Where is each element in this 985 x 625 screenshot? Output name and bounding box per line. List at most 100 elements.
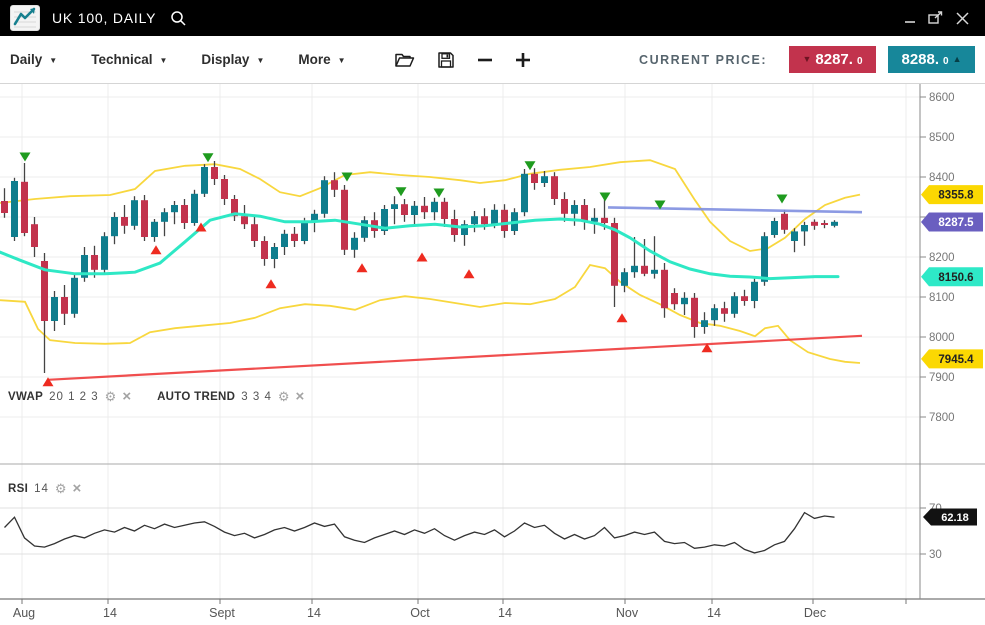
- candle: [561, 199, 568, 214]
- candle: [1, 201, 8, 213]
- date-tick-label: 14: [307, 606, 321, 620]
- candle: [191, 194, 198, 223]
- sell-price-value: 8287.: [815, 51, 853, 68]
- candle: [441, 202, 448, 219]
- chevron-down-icon: ▼: [49, 56, 57, 65]
- more-dropdown-label: More: [298, 52, 330, 67]
- bollinger-lower-line: [0, 265, 860, 363]
- sell-signal-triangle: [396, 187, 407, 196]
- buy-signal-triangle: [266, 279, 277, 288]
- candle: [411, 206, 418, 215]
- panel-borders: [0, 84, 985, 599]
- candle: [131, 200, 138, 226]
- candle: [121, 217, 128, 226]
- sell-signal-triangle: [777, 195, 788, 204]
- auto-trend-indicator-params: 3 3 4: [241, 391, 272, 403]
- candle: [161, 212, 168, 222]
- candle: [791, 231, 798, 241]
- technical-dropdown[interactable]: Technical ▼: [91, 52, 167, 67]
- more-dropdown[interactable]: More ▼: [298, 52, 345, 67]
- vwap-settings-gear-icon[interactable]: ⚙: [105, 390, 117, 403]
- open-folder-icon[interactable]: [394, 51, 415, 68]
- toolbar: Daily ▼ Technical ▼ Display ▼ More ▼: [0, 36, 985, 84]
- rsi-value-badge-value: 62.18: [941, 512, 969, 524]
- save-icon[interactable]: [437, 51, 455, 69]
- candle: [531, 174, 538, 183]
- buy-signal-triangle: [151, 245, 162, 254]
- candle: [541, 176, 548, 183]
- price-tick-label: 8600: [929, 92, 955, 104]
- sell-signal-triangle: [20, 153, 31, 162]
- vwap-remove-icon[interactable]: ×: [122, 389, 131, 404]
- current-price-panel: CURRENT PRICE: ▼ 8287.0 8288.0 ▲: [639, 46, 975, 73]
- candle: [701, 320, 708, 327]
- candle: [151, 222, 158, 237]
- search-icon[interactable]: [170, 10, 187, 27]
- rsi-remove-icon[interactable]: ×: [73, 481, 82, 496]
- auto-trend-settings-gear-icon[interactable]: ⚙: [278, 390, 290, 403]
- rsi-indicator-row: RSI 14 ⚙ ×: [8, 481, 81, 496]
- candle: [571, 205, 578, 214]
- app-logo-icon: [10, 5, 40, 31]
- timeframe-dropdown-label: Daily: [10, 52, 42, 67]
- display-dropdown-label: Display: [201, 52, 249, 67]
- timeframe-dropdown[interactable]: Daily ▼: [10, 52, 57, 67]
- buy-signal-triangle: [357, 263, 368, 272]
- overlay-indicator-row: VWAP 20 1 2 3 ⚙ × AUTO TREND 3 3 4 ⚙ ×: [8, 389, 304, 404]
- vwap-indicator-label: VWAP: [8, 391, 43, 403]
- buy-price-badge[interactable]: 8288. 0 ▲: [888, 46, 975, 73]
- date-tick-label: Aug: [13, 606, 35, 620]
- buy-signal-triangle: [464, 269, 475, 278]
- auto-trend-resistance: [608, 207, 862, 212]
- price-tick-label: 7800: [929, 412, 955, 424]
- price-axis[interactable]: 8600850084008300820081008000790078007030: [920, 92, 955, 561]
- candle: [691, 298, 698, 327]
- candle: [101, 236, 108, 270]
- title-bar: UK 100, DAILY: [0, 0, 985, 36]
- technical-dropdown-label: Technical: [91, 52, 152, 67]
- candle: [331, 180, 338, 190]
- gridlines: [0, 84, 920, 599]
- price-tick-label: 8400: [929, 172, 955, 184]
- rsi-line: [5, 513, 835, 553]
- arrow-up-icon: ▲: [953, 55, 962, 64]
- zoom-in-icon[interactable]: [515, 52, 531, 68]
- axis-price-badge-value: 8287.5: [938, 217, 974, 229]
- axis-price-badge-value: 7945.4: [938, 354, 974, 366]
- auto-trend-indicator-label: AUTO TREND: [157, 391, 235, 403]
- candle: [651, 270, 658, 274]
- rsi-tick-label: 30: [929, 549, 942, 561]
- buy-price-decimal: 0: [943, 56, 949, 67]
- candle: [421, 206, 428, 212]
- date-tick-label: 14: [498, 606, 512, 620]
- candle: [61, 297, 68, 314]
- bollinger-upper-line: [0, 160, 860, 251]
- chevron-down-icon: ▼: [159, 56, 167, 65]
- candle: [361, 220, 368, 238]
- rsi-indicator-params: 14: [34, 483, 49, 495]
- auto-trend-remove-icon[interactable]: ×: [296, 389, 305, 404]
- date-tick-label: 14: [103, 606, 117, 620]
- display-dropdown[interactable]: Display ▼: [201, 52, 264, 67]
- candle: [471, 216, 478, 224]
- sell-price-badge[interactable]: ▼ 8287.0: [789, 46, 876, 73]
- rsi-indicator-label: RSI: [8, 483, 28, 495]
- candle: [741, 296, 748, 301]
- candle: [401, 204, 408, 215]
- chevron-down-icon: ▼: [338, 56, 346, 65]
- chevron-down-icon: ▼: [256, 56, 264, 65]
- date-axis[interactable]: Aug14Sept14Oct14Nov14Dec: [13, 599, 906, 620]
- close-button[interactable]: [949, 7, 975, 29]
- vwap-indicator-params: 20 1 2 3: [49, 391, 99, 403]
- popout-window-button[interactable]: [923, 7, 949, 29]
- candle: [391, 204, 398, 209]
- candle: [761, 236, 768, 282]
- rsi-settings-gear-icon[interactable]: ⚙: [55, 482, 67, 495]
- candle: [211, 167, 218, 179]
- minimize-button[interactable]: [897, 7, 923, 29]
- zoom-out-icon[interactable]: [477, 52, 493, 68]
- bollinger-bands: [0, 160, 860, 363]
- chart-canvas[interactable]: 8600850084008300820081008000790078007030…: [0, 84, 985, 625]
- axis-price-badges: 8355.88287.58150.67945.462.18: [921, 185, 983, 525]
- buy-price-value: 8288.: [901, 51, 939, 68]
